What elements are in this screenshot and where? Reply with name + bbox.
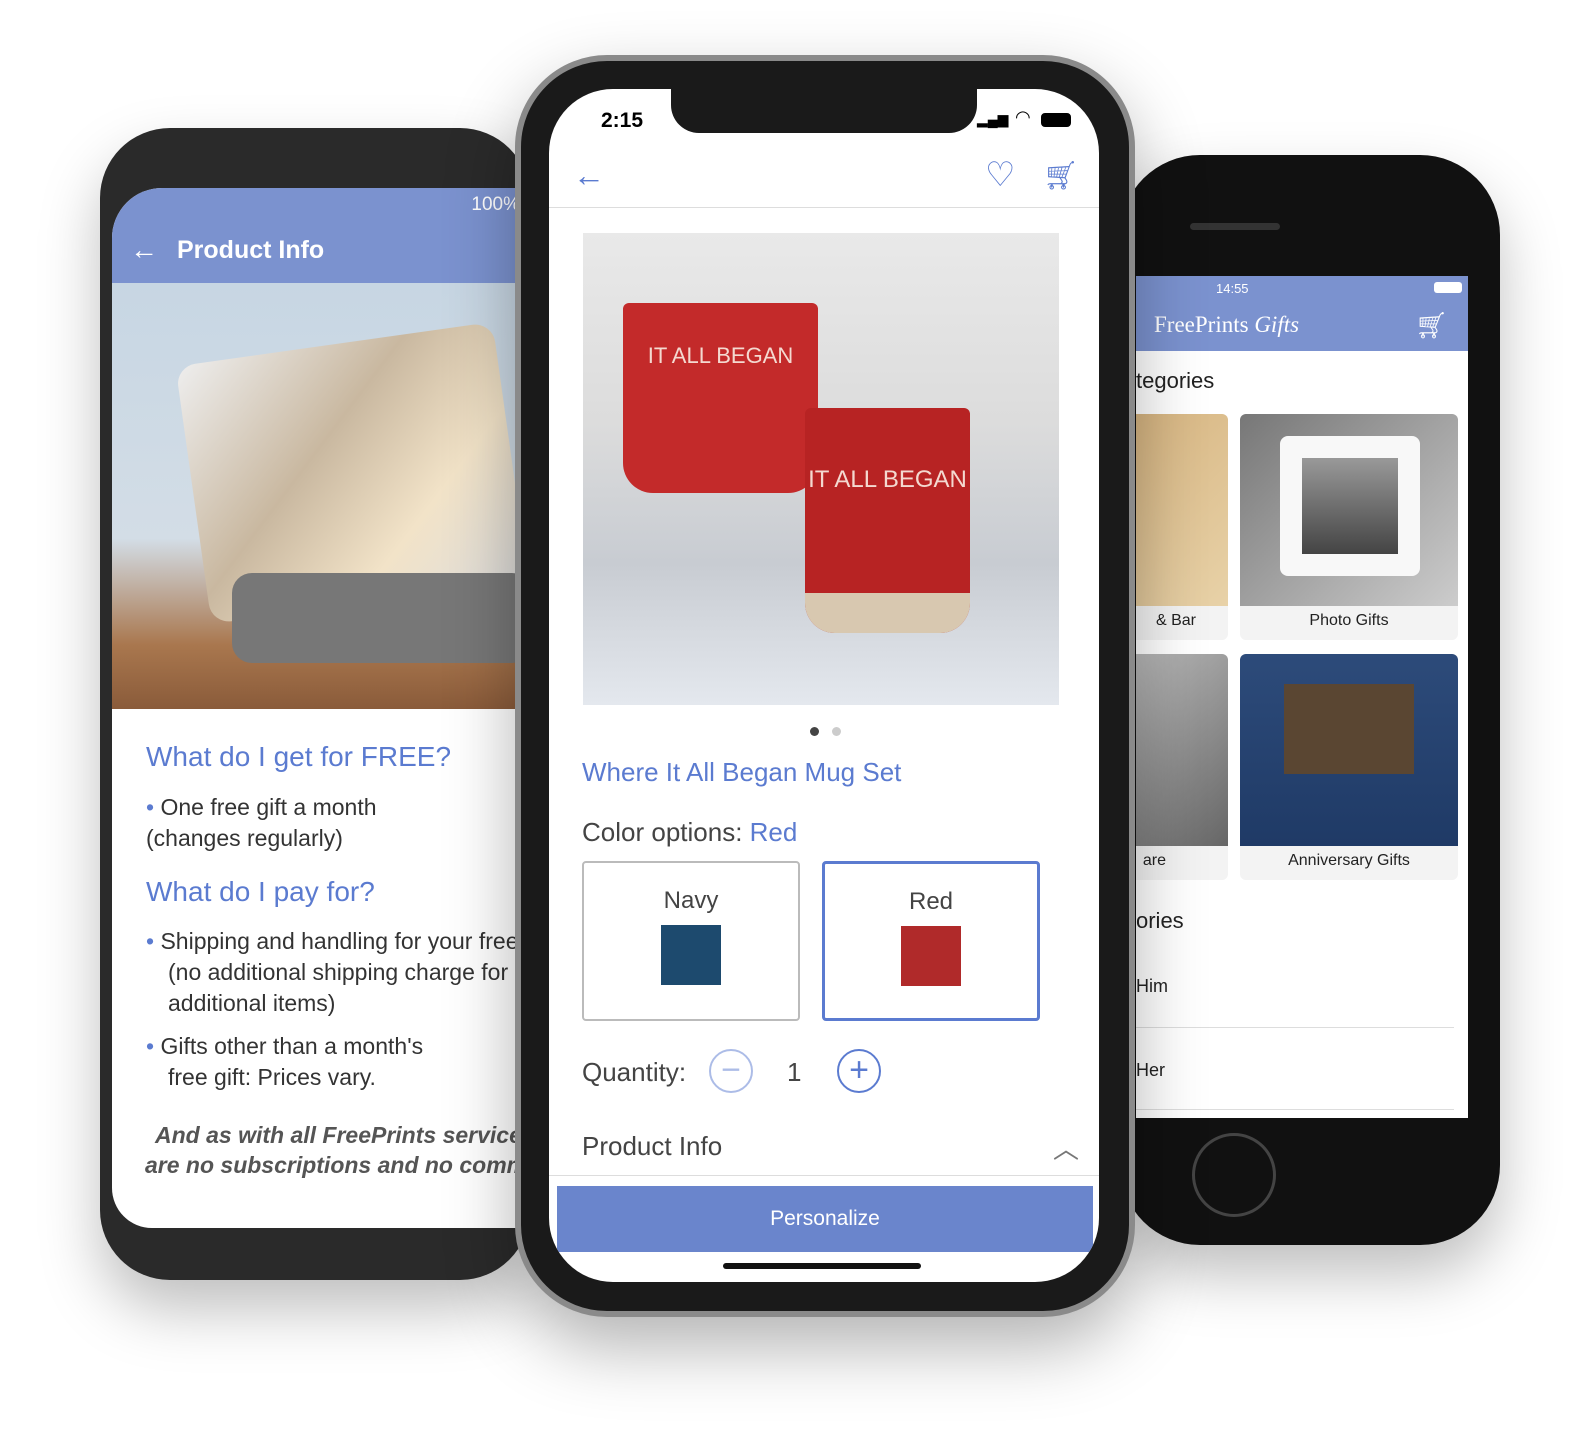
stories-heading: ories	[1136, 908, 1184, 933]
heart-icon[interactable]: ♡	[985, 155, 1015, 195]
right-screen: 14:55 FreePrints Gifts 🛒︎ tegories & Bar…	[1136, 276, 1468, 1118]
wifi-icon: ◠	[1015, 107, 1031, 127]
cart-icon[interactable]: 🛒︎	[1415, 310, 1448, 341]
footer-note: And as with all FreePrints services, the…	[145, 1122, 522, 1178]
status-time: 2:15	[601, 109, 644, 132]
back-arrow-icon[interactable]: ←	[573, 157, 605, 194]
page-title: Product Info	[177, 236, 325, 264]
heading-pay: What do I pay for?	[146, 876, 375, 907]
carousel-dot-active[interactable]	[810, 727, 819, 736]
product-image-blanket	[112, 283, 522, 709]
app-header: 14:55 FreePrints Gifts 🛒︎	[1136, 276, 1468, 351]
category-tile-photo-gifts[interactable]: Photo Gifts	[1240, 414, 1458, 640]
personalize-button[interactable]: Personalize	[557, 1186, 1093, 1252]
left-screen: 100% ← Product Info What do I get for FR…	[112, 188, 522, 1228]
category-tile[interactable]: are	[1136, 654, 1228, 880]
category-tile-anniversary-gifts[interactable]: Anniversary Gifts	[1240, 654, 1458, 880]
anniversary-gifts-caption: Anniversary Gifts	[1288, 852, 1410, 869]
quantity-decrease-button[interactable]: −	[709, 1049, 753, 1093]
bullet-item: • Shipping and handling for your free gi…	[146, 928, 522, 1016]
brand-logo: FreePrints Gifts	[1154, 312, 1300, 337]
bullet-item: • One free gift a month (changes regular…	[146, 794, 377, 851]
category-tile[interactable]: & Bar	[1136, 414, 1228, 640]
chevron-up-icon[interactable]: ︿	[1053, 1129, 1079, 1166]
product-title: Where It All Began Mug Set	[582, 757, 902, 787]
product-info-label[interactable]: Product Info	[582, 1131, 722, 1162]
back-arrow-icon[interactable]: ←	[130, 234, 158, 266]
list-item-her[interactable]: Her	[1136, 1060, 1454, 1110]
app-header: 100% ← Product Info	[112, 188, 522, 283]
product-image-mugs: IT ALL BEGAN IT ALL BEGAN	[583, 233, 1059, 705]
battery-status: 100%	[471, 194, 520, 215]
color-option-navy[interactable]: Navy	[582, 861, 800, 1021]
quantity-increase-button[interactable]: +	[837, 1049, 881, 1093]
categories-heading: tegories	[1136, 368, 1215, 393]
carousel-dot[interactable]	[832, 727, 841, 736]
home-indicator	[723, 1263, 921, 1269]
list-item-him[interactable]: Him	[1136, 976, 1454, 1028]
color-option-red[interactable]: Red	[822, 861, 1040, 1021]
signal-icon: ▂▄▆	[977, 111, 1009, 127]
notch	[671, 89, 977, 133]
status-time: 14:55	[1216, 281, 1249, 296]
bullet-item: • Gifts other than a month's free gift: …	[146, 1033, 424, 1090]
middle-screen: 2:15 ▂▄▆ ◠ ← ♡ 🛒︎ IT ALL BEGAN IT ALL BE…	[549, 89, 1099, 1282]
quantity-label: Quantity:	[582, 1057, 687, 1087]
cart-icon[interactable]: 🛒︎	[1043, 159, 1079, 192]
battery-icon	[1041, 113, 1071, 127]
quantity-value: 1	[787, 1057, 802, 1087]
heading-free: What do I get for FREE?	[146, 741, 452, 772]
color-options-label: Color options: Red	[582, 817, 798, 847]
battery-icon	[1434, 282, 1462, 293]
